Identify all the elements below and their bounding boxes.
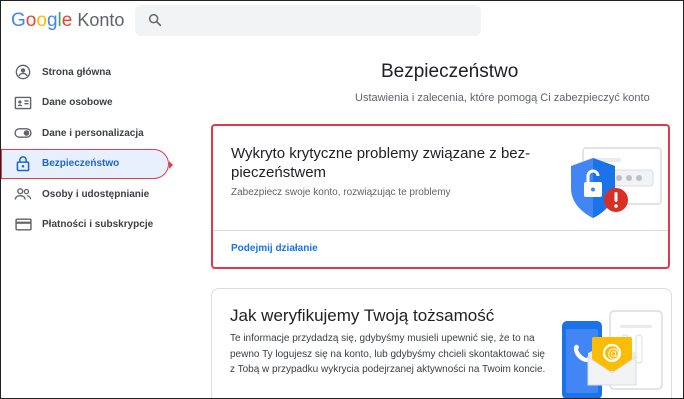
sidebar-item-label: Dane i personalizacja [42,127,144,139]
sidebar-item-label: Bezpieczeństwo [42,158,120,170]
page-title: Bezpieczeństwo [381,61,519,82]
sidebar-item-people-sharing[interactable]: Osoby i udostępnianie [1,179,181,210]
search-icon[interactable] [147,12,163,28]
card-description: Te informacje przydadzą się, gdybyśmy mu… [230,333,546,375]
identity-verification-card: Jak weryfikujemy Twoją tożsamość Te info… [211,288,672,398]
sidebar-item-security[interactable]: Bezpieczeństwo [1,148,173,179]
sidebar-item-data-personalization[interactable]: Dane i personalizacja [1,118,181,149]
card-title: Jak weryfikujemy Twoją tożsamość [230,306,495,325]
credit-card-icon [14,216,32,234]
shield-alert-illustration [571,147,662,218]
sidebar-item-label: Strona główna [42,66,111,78]
sidebar-nav: Strona główna Dane osobowe Dane i person… [1,57,181,240]
home-person-icon [14,63,32,81]
phone-email-illustration: @ [562,310,663,398]
sidebar-item-label: Osoby i udostępnianie [42,188,150,200]
product-name: Konto [77,10,125,30]
page-subtitle: Ustawienia i zalecenia, które pomogą Ci … [355,92,650,104]
card-title: Wykryto krytyczne problemy związane z be… [231,145,531,181]
search-input[interactable] [135,5,481,36]
id-card-icon [14,94,32,112]
google-logo: Google [11,10,73,31]
sidebar-item-label: Płatności i subskrypcje [42,219,154,231]
app-window: Google Konto Strona główna Dane osobowe … [0,0,684,399]
header: Google Konto [1,1,683,41]
sidebar-item-label: Dane osobowe [42,97,113,109]
card-divider [213,230,668,231]
security-issues-card[interactable]: Wykryto krytyczne problemy związane z be… [211,124,670,269]
toggle-icon [14,124,32,142]
sidebar-item-home[interactable]: Strona główna [1,57,181,88]
sidebar-item-personal-info[interactable]: Dane osobowe [1,88,181,119]
svg-text:@: @ [608,347,620,361]
take-action-link[interactable]: Podejmij działanie [231,243,318,254]
sidebar-item-payments[interactable]: Płatności i subskrypcje [1,210,181,241]
card-description: Zabezpiecz swoje konto, rozwiązując te p… [231,187,451,198]
people-icon [14,185,32,203]
google-account-logo[interactable]: Google Konto [11,10,124,32]
lock-icon [14,155,32,173]
